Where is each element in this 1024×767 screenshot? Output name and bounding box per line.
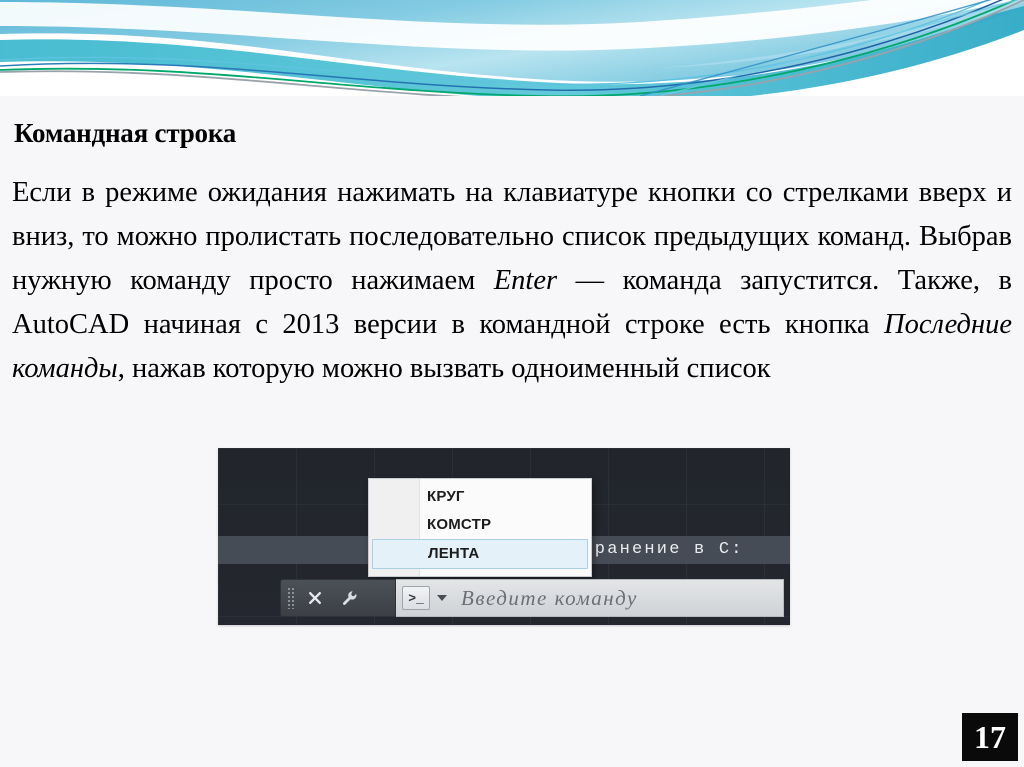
chevron-down-icon[interactable] xyxy=(437,595,447,601)
dropdown-item-komstr[interactable]: КОМСТР xyxy=(369,511,591,539)
body-paragraph: Если в режиме ожидания нажимать на клави… xyxy=(12,171,1012,391)
body-segment: , нажав которую можно вызвать одноименны… xyxy=(117,352,771,384)
command-line-bar: >_ Введите команду xyxy=(280,579,784,617)
page-number: 17 xyxy=(962,713,1018,761)
customize-button[interactable] xyxy=(334,583,366,613)
drag-grip-icon[interactable] xyxy=(287,587,296,609)
dropdown-item-krug[interactable]: КРУГ xyxy=(369,483,591,511)
close-button[interactable] xyxy=(299,583,331,613)
page-title: Командная строка xyxy=(14,118,237,149)
autocad-screenshot: охранение в С: КРУГ КОМСТР ЛЕНТА >_ Введ… xyxy=(218,448,790,625)
dropdown-item-lenta[interactable]: ЛЕНТА xyxy=(372,539,588,569)
prompt-icon[interactable]: >_ xyxy=(402,586,430,610)
close-icon xyxy=(307,590,323,606)
slide: Командная строка Если в режиме ожидания … xyxy=(0,0,1024,767)
command-bar-toolbar xyxy=(280,579,396,617)
autocad-status-text: охранение в С: xyxy=(570,540,744,559)
command-input-placeholder: Введите команду xyxy=(461,585,638,610)
header-decoration xyxy=(0,0,1024,96)
wrench-icon xyxy=(341,589,359,607)
command-input-field[interactable]: >_ Введите команду xyxy=(396,579,784,617)
body-segment-italic-enter: Enter xyxy=(493,264,558,296)
recent-commands-dropdown[interactable]: КРУГ КОМСТР ЛЕНТА xyxy=(368,478,592,577)
